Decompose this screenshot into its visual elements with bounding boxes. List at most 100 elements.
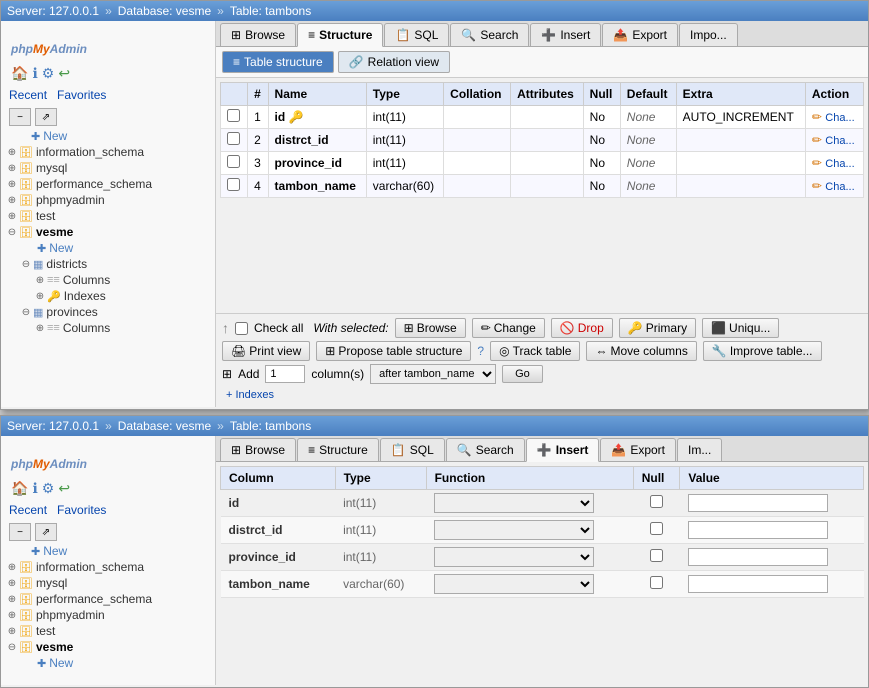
primary-btn[interactable]: 🔑 Primary [619, 318, 696, 338]
change-link-4[interactable]: Cha... [825, 181, 854, 193]
row-checkbox-4[interactable] [221, 175, 248, 198]
drop-selected-btn[interactable]: 🚫 Drop [551, 318, 613, 338]
ins-val-1[interactable] [680, 490, 864, 517]
go-btn[interactable]: Go [502, 365, 543, 383]
ins-null-1[interactable] [633, 490, 680, 517]
tab-sql[interactable]: 📋 SQL [384, 23, 449, 46]
value-input-2[interactable] [688, 521, 828, 539]
sub-tab-relation-view[interactable]: 🔗 Relation view [338, 51, 450, 73]
bottom-tab-insert[interactable]: ➕ Insert [526, 438, 600, 462]
sidebar-collapse-btn[interactable]: − [9, 108, 31, 126]
sidebar-item-provinces[interactable]: ⊖ ▦ provinces [1, 304, 215, 320]
tab-browse[interactable]: ⊞ Browse [220, 23, 296, 46]
ins-null-2[interactable] [633, 517, 680, 544]
improve-table-btn[interactable]: 🔧 Improve table... [703, 341, 822, 361]
sidebar-item-information-schema[interactable]: ⊕ 🗄 information_schema [1, 144, 215, 160]
row-checkbox-2[interactable] [221, 129, 248, 152]
null-check-4[interactable] [650, 576, 663, 589]
settings-icon[interactable]: ⚙ [42, 65, 55, 82]
change-link-2[interactable]: Cha... [825, 135, 854, 147]
unique-btn[interactable]: ⬛ Uniqu... [702, 318, 779, 338]
tab-import-top[interactable]: Impo... [679, 23, 738, 46]
value-input-1[interactable] [688, 494, 828, 512]
bottom-tab-sql[interactable]: 📋 SQL [380, 438, 445, 461]
bottom-sidebar-link-btn[interactable]: ⇗ [35, 523, 57, 541]
bottom-tab-export[interactable]: 📤 Export [600, 438, 676, 461]
ins-func-3[interactable] [426, 544, 633, 571]
track-table-btn[interactable]: ◎ Track table [490, 341, 580, 361]
ins-val-2[interactable] [680, 517, 864, 544]
value-input-4[interactable] [688, 575, 828, 593]
tab-insert-top[interactable]: ➕ Insert [530, 23, 601, 46]
sidebar-item-new-top[interactable]: ✚ New [1, 128, 215, 144]
change-link-1[interactable]: Cha... [825, 112, 854, 124]
row-checkbox-3[interactable] [221, 152, 248, 175]
browse-selected-btn[interactable]: ⊞ Browse [395, 318, 466, 338]
value-input-3[interactable] [688, 548, 828, 566]
bottom-recent-link[interactable]: Recent [9, 503, 47, 517]
edit-icon-2[interactable]: ✏ [812, 133, 822, 147]
sidebar-item-vesme-bottom[interactable]: ⊖ 🗄 vesme [1, 639, 215, 655]
null-check-2[interactable] [650, 522, 663, 535]
print-view-btn[interactable]: 🖨 Print view [222, 341, 310, 361]
sidebar-item-mysql-bottom[interactable]: ⊕ 🗄 mysql [1, 575, 215, 591]
sidebar-item-districts-indexes[interactable]: ⊕ 🔑 Indexes [1, 288, 215, 304]
check-all-checkbox[interactable] [235, 322, 248, 335]
null-check-3[interactable] [650, 549, 663, 562]
sidebar-item-test-bottom[interactable]: ⊕ 🗄 test [1, 623, 215, 639]
bottom-info-icon[interactable]: ℹ [32, 480, 37, 497]
sidebar-item-vesme-new-bottom[interactable]: ✚ New [1, 655, 215, 671]
sidebar-item-phpmyadmin[interactable]: ⊕ 🗄 phpmyadmin [1, 192, 215, 208]
edit-icon-4[interactable]: ✏ [812, 179, 822, 193]
sidebar-item-ps-bottom[interactable]: ⊕ 🗄 performance_schema [1, 591, 215, 607]
ins-func-2[interactable] [426, 517, 633, 544]
tab-search-top[interactable]: 🔍 Search [450, 23, 529, 46]
func-select-2[interactable] [434, 520, 594, 540]
ins-func-4[interactable] [426, 571, 633, 598]
exit-icon[interactable]: ↩ [58, 65, 70, 82]
ins-null-4[interactable] [633, 571, 680, 598]
info-icon[interactable]: ℹ [32, 65, 37, 82]
sidebar-item-pma-bottom[interactable]: ⊕ 🗄 phpmyadmin [1, 607, 215, 623]
favorites-link[interactable]: Favorites [57, 88, 106, 102]
sidebar-item-performance-schema[interactable]: ⊕ 🗄 performance_schema [1, 176, 215, 192]
edit-icon-1[interactable]: ✏ [812, 110, 822, 124]
row-action-2[interactable]: ✏ Cha... [805, 129, 863, 152]
propose-structure-btn[interactable]: ⊞ Propose table structure [316, 341, 471, 361]
recent-link[interactable]: Recent [9, 88, 47, 102]
bottom-tab-browse[interactable]: ⊞ Browse [220, 438, 296, 461]
ins-val-4[interactable] [680, 571, 864, 598]
row-checkbox-1[interactable] [221, 106, 248, 129]
bottom-tab-structure[interactable]: ≡ Structure [297, 438, 379, 461]
row-action-1[interactable]: ✏ Cha... [805, 106, 863, 129]
bottom-home-icon[interactable]: 🏠 [11, 480, 28, 497]
sidebar-item-test[interactable]: ⊕ 🗄 test [1, 208, 215, 224]
sub-tab-table-structure[interactable]: ≡ Table structure [222, 51, 334, 73]
move-columns-btn[interactable]: ⇔ Move columns [586, 341, 696, 361]
sidebar-item-provinces-columns[interactable]: ⊕ ≡≡ Columns [1, 320, 215, 336]
func-select-1[interactable] [434, 493, 594, 513]
sidebar-item-districts-columns[interactable]: ⊕ ≡≡ Columns [1, 272, 215, 288]
home-icon[interactable]: 🏠 [11, 65, 28, 82]
ins-func-1[interactable] [426, 490, 633, 517]
tab-export-top[interactable]: 📤 Export [602, 23, 678, 46]
sidebar-item-vesme-new[interactable]: ✚ New [1, 240, 215, 256]
bottom-exit-icon[interactable]: ↩ [58, 480, 70, 497]
sidebar-item-mysql[interactable]: ⊕ 🗄 mysql [1, 160, 215, 176]
sidebar-item-vesme[interactable]: ⊖ 🗄 vesme [1, 224, 215, 240]
sidebar-item-new-bottom[interactable]: ✚ New [1, 543, 215, 559]
ins-null-3[interactable] [633, 544, 680, 571]
null-check-1[interactable] [650, 495, 663, 508]
bottom-settings-icon[interactable]: ⚙ [42, 480, 55, 497]
tab-structure[interactable]: ≡ Structure [297, 23, 383, 47]
row-action-4[interactable]: ✏ Cha... [805, 175, 863, 198]
change-link-3[interactable]: Cha... [825, 158, 854, 170]
sidebar-item-districts[interactable]: ⊖ ▦ districts [1, 256, 215, 272]
row-action-3[interactable]: ✏ Cha... [805, 152, 863, 175]
add-num-input[interactable] [265, 365, 305, 383]
edit-icon-3[interactable]: ✏ [812, 156, 822, 170]
sidebar-item-is-bottom[interactable]: ⊕ 🗄 information_schema [1, 559, 215, 575]
bottom-favorites-link[interactable]: Favorites [57, 503, 106, 517]
bottom-tab-search[interactable]: 🔍 Search [446, 438, 525, 461]
after-select[interactable]: after tambon_name [370, 364, 496, 384]
